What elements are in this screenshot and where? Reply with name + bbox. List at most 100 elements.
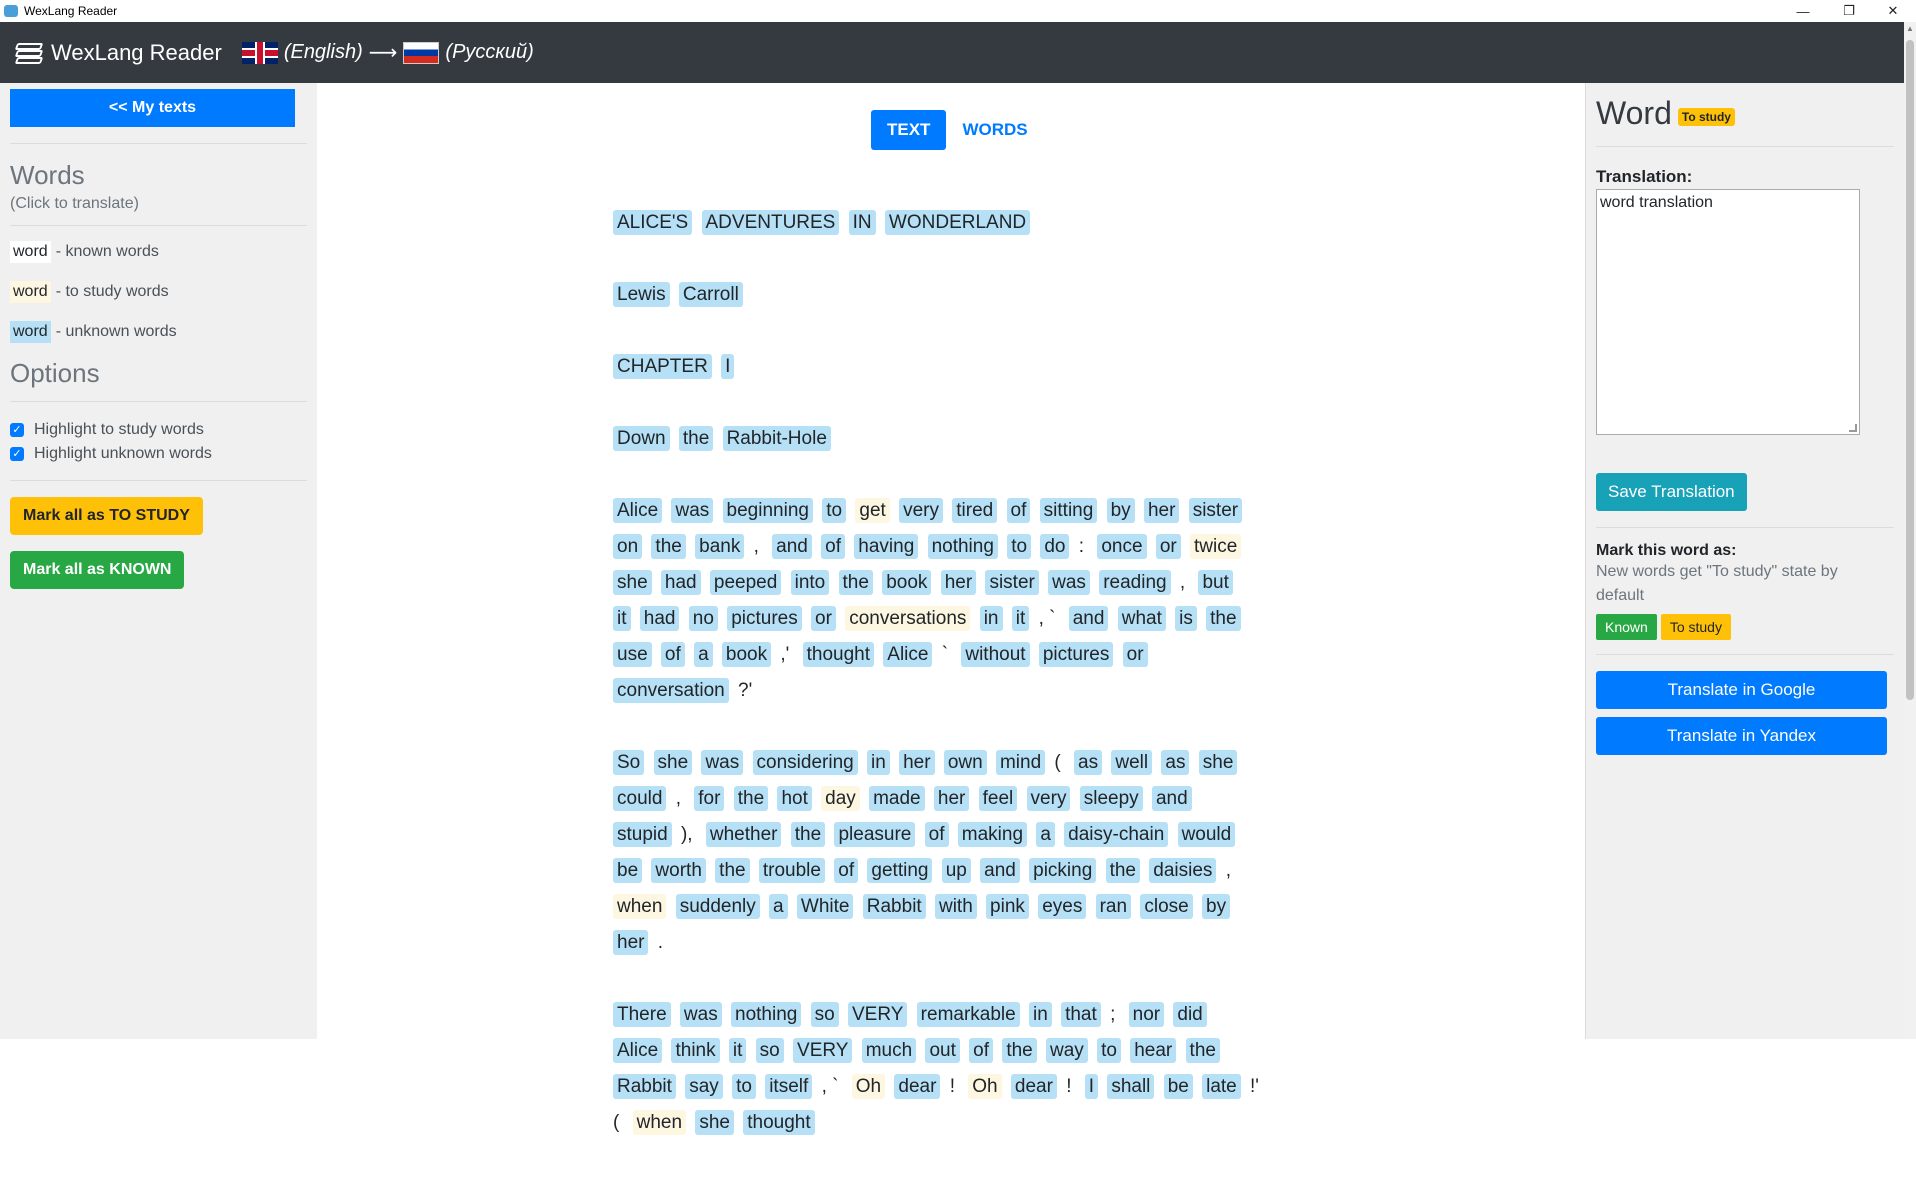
word-unknown[interactable]: and (1068, 606, 1109, 631)
brand-name[interactable]: WexLang Reader (51, 40, 222, 66)
word-unknown[interactable]: I (1084, 1074, 1099, 1099)
word-unknown[interactable]: ran (1095, 894, 1132, 919)
word-unknown[interactable]: nothing (927, 534, 998, 559)
word-unknown[interactable]: or (811, 606, 836, 631)
word-unknown[interactable]: be (613, 858, 643, 883)
word-unknown[interactable]: her (933, 786, 970, 811)
word-unknown[interactable]: dear (1010, 1074, 1057, 1099)
save-translation-button[interactable]: Save Translation (1596, 473, 1747, 511)
word-unknown[interactable]: very (899, 498, 943, 523)
word-unknown[interactable]: sitting (1039, 498, 1098, 523)
word-unknown[interactable]: what (1117, 606, 1166, 631)
word-unknown[interactable]: the (678, 426, 714, 451)
word-unknown[interactable]: Alice (883, 642, 933, 667)
scrollbar-thumb[interactable] (1906, 40, 1914, 700)
word-unknown[interactable]: IN (848, 210, 876, 235)
word-unknown[interactable]: was (671, 498, 714, 523)
word-unknown[interactable]: Carroll (678, 282, 743, 307)
word-unknown[interactable]: it (613, 606, 631, 631)
word-unknown[interactable]: the (1206, 606, 1241, 631)
word-unknown[interactable]: thought (802, 642, 874, 667)
word-unknown[interactable]: remarkable (916, 1002, 1020, 1027)
word-unknown[interactable]: Alice (613, 498, 663, 523)
word-unknown[interactable]: the (651, 534, 686, 559)
word-to-study[interactable]: conversations (845, 606, 971, 631)
word-unknown[interactable]: whether (705, 822, 782, 847)
word-to-study[interactable]: Oh (851, 1074, 886, 1099)
word-unknown[interactable]: VERY (793, 1038, 853, 1063)
word-unknown[interactable]: picking (1029, 858, 1097, 883)
word-unknown[interactable]: a (1036, 822, 1055, 847)
translate-yandex-button[interactable]: Translate in Yandex (1596, 717, 1887, 755)
word-unknown[interactable]: well (1111, 750, 1153, 775)
word-unknown[interactable]: no (688, 606, 718, 631)
word-unknown[interactable]: she (613, 570, 652, 595)
minimize-button[interactable]: — (1780, 0, 1826, 22)
word-unknown[interactable]: say (685, 1074, 723, 1099)
word-unknown[interactable]: but (1198, 570, 1233, 595)
word-unknown[interactable]: Rabbit (613, 1074, 676, 1099)
word-unknown[interactable]: So (613, 750, 645, 775)
word-unknown[interactable]: to (1007, 534, 1032, 559)
word-unknown[interactable]: close (1140, 894, 1193, 919)
word-unknown[interactable]: so (755, 1038, 784, 1063)
word-unknown[interactable]: book (721, 642, 772, 667)
word-unknown[interactable]: making (957, 822, 1028, 847)
word-unknown[interactable]: once (1097, 534, 1147, 559)
option-highlight-study[interactable]: ✓ Highlight to study words (10, 418, 307, 442)
word-unknown[interactable]: eyes (1038, 894, 1087, 919)
word-unknown[interactable]: for (694, 786, 725, 811)
word-unknown[interactable]: conversation (613, 678, 729, 703)
word-unknown[interactable]: be (1163, 1074, 1193, 1099)
word-unknown[interactable]: the (1185, 1038, 1220, 1063)
word-unknown[interactable]: by (1106, 498, 1135, 523)
word-to-study[interactable]: get (855, 498, 890, 523)
word-unknown[interactable]: and (772, 534, 812, 559)
word-unknown[interactable]: trouble (758, 858, 825, 883)
vertical-scrollbar[interactable]: ▲ (1904, 22, 1916, 1039)
word-to-study[interactable]: Oh (968, 1074, 1002, 1099)
word-unknown[interactable]: of (821, 534, 846, 559)
scroll-up-icon[interactable]: ▲ (1904, 24, 1916, 38)
word-unknown[interactable]: suddenly (675, 894, 760, 919)
word-unknown[interactable]: nor (1128, 1002, 1165, 1027)
word-unknown[interactable]: made (869, 786, 925, 811)
word-unknown[interactable]: is (1175, 606, 1197, 631)
mark-study-button[interactable]: To study (1660, 614, 1731, 640)
word-unknown[interactable]: pink (986, 894, 1029, 919)
word-unknown[interactable]: had (639, 606, 680, 631)
word-unknown[interactable]: itself (765, 1074, 813, 1099)
checkbox-checked-icon[interactable]: ✓ (10, 423, 24, 437)
word-unknown[interactable]: ALICE'S (613, 210, 693, 235)
word-unknown[interactable]: tired (952, 498, 998, 523)
word-unknown[interactable]: was (1048, 570, 1090, 595)
translation-textarea[interactable]: word translation (1596, 189, 1860, 435)
word-unknown[interactable]: sleepy (1079, 786, 1143, 811)
word-unknown[interactable]: to (1097, 1038, 1121, 1063)
word-unknown[interactable]: did (1173, 1002, 1207, 1027)
word-unknown[interactable]: think (671, 1038, 720, 1063)
word-unknown[interactable]: could (613, 786, 667, 811)
word-unknown[interactable]: shall (1107, 1074, 1155, 1099)
close-window-button[interactable]: ✕ (1870, 0, 1916, 22)
word-unknown[interactable]: pictures (1038, 642, 1114, 667)
word-unknown[interactable]: was (701, 750, 744, 775)
word-unknown[interactable]: of (969, 1038, 994, 1063)
word-unknown[interactable]: very (1026, 786, 1071, 811)
word-unknown[interactable]: it (728, 1038, 747, 1063)
resize-grip-icon[interactable] (1849, 424, 1857, 432)
word-unknown[interactable]: in (1029, 1002, 1052, 1027)
word-unknown[interactable]: sister (1188, 498, 1243, 523)
word-unknown[interactable]: without (961, 642, 1030, 667)
mark-all-study-button[interactable]: Mark all as TO STUDY (10, 497, 203, 535)
word-unknown[interactable]: nothing (731, 1002, 802, 1027)
word-unknown[interactable]: daisies (1149, 858, 1217, 883)
tab-text[interactable]: TEXT (871, 110, 947, 150)
word-unknown[interactable]: WONDERLAND (884, 210, 1031, 235)
word-unknown[interactable]: in (866, 750, 890, 775)
word-unknown[interactable]: she (695, 1110, 734, 1135)
word-unknown[interactable]: to (822, 498, 847, 523)
word-unknown[interactable]: as (1074, 750, 1103, 775)
word-unknown[interactable]: book (882, 570, 932, 595)
word-unknown[interactable]: it (1011, 606, 1030, 631)
